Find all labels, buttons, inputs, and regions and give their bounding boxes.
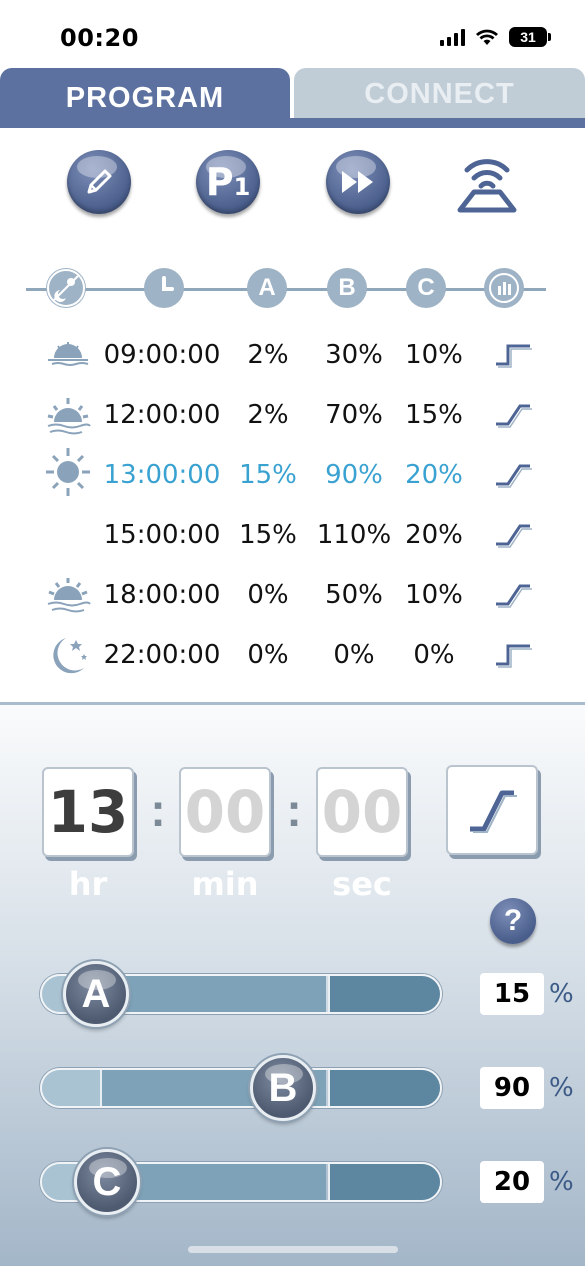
program-number: 1: [233, 173, 251, 201]
full-sun-icon: [44, 444, 92, 500]
row-channel-c: 0%: [413, 640, 455, 670]
slider-segment-low: [42, 1070, 100, 1106]
second-input[interactable]: 00: [316, 767, 408, 857]
row-channel-b: 0%: [333, 640, 375, 670]
row-time: 09:00:00: [103, 340, 221, 370]
program-row[interactable]: 12:00:00 2% 70% 15%: [0, 386, 585, 446]
column-header-a: A: [247, 268, 287, 308]
program-p1-button[interactable]: P1: [196, 150, 260, 214]
wireless-device-button[interactable]: [452, 148, 522, 216]
row-time: 15:00:00: [103, 520, 221, 550]
minute-input[interactable]: 00: [179, 767, 271, 857]
hour-label: hr: [68, 865, 108, 903]
status-time: 00:20: [60, 24, 139, 52]
row-channel-a: 2%: [247, 340, 289, 370]
edit-icon: [87, 169, 112, 194]
percent-sign: %: [549, 1167, 574, 1197]
day-night-icon: [46, 268, 86, 308]
row-channel-c: 10%: [405, 340, 463, 370]
value-field-c[interactable]: 20: [480, 1161, 544, 1203]
battery-icon: 31: [509, 27, 551, 47]
ramp-mode-button[interactable]: [446, 765, 538, 855]
sunset-icon: [44, 572, 92, 620]
percent-sign: %: [549, 979, 574, 1009]
ramp-mode-header-icon: [484, 268, 524, 308]
row-channel-c: 20%: [405, 520, 463, 550]
row-channel-a: 15%: [239, 460, 297, 490]
ramp-icon: [494, 460, 534, 490]
fast-forward-icon: [342, 171, 373, 193]
wireless-device-icon: [457, 159, 517, 213]
tab-connect[interactable]: CONNECT: [294, 68, 585, 120]
morning-sun-icon: [44, 392, 92, 440]
program-row[interactable]: 15:00:00 15% 110% 20%: [0, 506, 585, 566]
column-header-b: B: [327, 268, 367, 308]
time-separator: :: [286, 784, 302, 836]
wifi-icon: [476, 29, 498, 45]
row-time: 12:00:00: [103, 400, 221, 430]
tab-underline: [0, 118, 585, 128]
help-button[interactable]: ?: [490, 898, 536, 944]
status-icons: 31: [440, 27, 551, 47]
row-channel-a: 0%: [247, 580, 289, 610]
clock-icon: [144, 268, 184, 308]
ramp-icon: [470, 790, 517, 833]
ramp-icon: [494, 400, 534, 430]
slider-thumb-b[interactable]: B: [250, 1055, 316, 1121]
cellular-signal-icon: [440, 28, 465, 46]
ramp-icon: [494, 580, 534, 610]
row-channel-c: 20%: [405, 460, 463, 490]
hour-input[interactable]: 13: [42, 767, 134, 857]
moon-icon: [44, 632, 92, 680]
row-channel-c: 15%: [405, 400, 463, 430]
slider-segment-mid: [100, 976, 326, 1012]
slider-segment-high: [328, 976, 440, 1012]
row-channel-b: 30%: [325, 340, 383, 370]
row-time: 18:00:00: [103, 580, 221, 610]
row-channel-b: 70%: [325, 400, 383, 430]
fast-forward-button[interactable]: [326, 150, 390, 214]
row-time: 13:00:00: [103, 460, 221, 490]
ramp-icon: [494, 520, 534, 550]
row-channel-b: 110%: [316, 520, 392, 550]
step-icon: [494, 640, 534, 670]
status-bar: 00:20 31: [0, 0, 585, 68]
minute-label: min: [191, 865, 259, 903]
row-channel-b: 50%: [325, 580, 383, 610]
slider-segment-high: [328, 1164, 440, 1200]
program-row[interactable]: 18:00:00 0% 50% 10%: [0, 566, 585, 626]
program-row[interactable]: 09:00:00 2% 30% 10%: [0, 326, 585, 386]
step-icon: [494, 340, 534, 370]
row-channel-a: 2%: [247, 400, 289, 430]
row-channel-c: 10%: [405, 580, 463, 610]
program-p1-icon: P1: [206, 160, 251, 204]
value-field-a[interactable]: 15: [480, 973, 544, 1015]
slider-thumb-label: C: [92, 1159, 122, 1204]
percent-sign: %: [549, 1073, 574, 1103]
second-label: sec: [332, 865, 392, 903]
row-time: 22:00:00: [103, 640, 221, 670]
slider-thumb-label: B: [268, 1065, 298, 1110]
row-channel-a: 15%: [239, 520, 297, 550]
program-row[interactable]: 22:00:00 0% 0% 0%: [0, 626, 585, 686]
slider-segment-high: [328, 1070, 440, 1106]
row-channel-a: 0%: [247, 640, 289, 670]
slider-thumb-a[interactable]: A: [63, 961, 129, 1027]
slider-track-b[interactable]: [40, 1068, 442, 1108]
time-separator: :: [150, 784, 166, 836]
home-indicator[interactable]: [188, 1246, 398, 1253]
slider-thumb-label: A: [81, 971, 111, 1016]
edit-button[interactable]: [67, 150, 131, 214]
column-header-c: C: [406, 268, 446, 308]
value-field-b[interactable]: 90: [480, 1067, 544, 1109]
slider-thumb-c[interactable]: C: [74, 1149, 140, 1215]
program-letter: P: [205, 160, 234, 204]
program-row[interactable]: 13:00:00 15% 90% 20%: [0, 446, 585, 506]
sunrise-icon: [44, 332, 92, 380]
row-channel-b: 90%: [325, 460, 383, 490]
